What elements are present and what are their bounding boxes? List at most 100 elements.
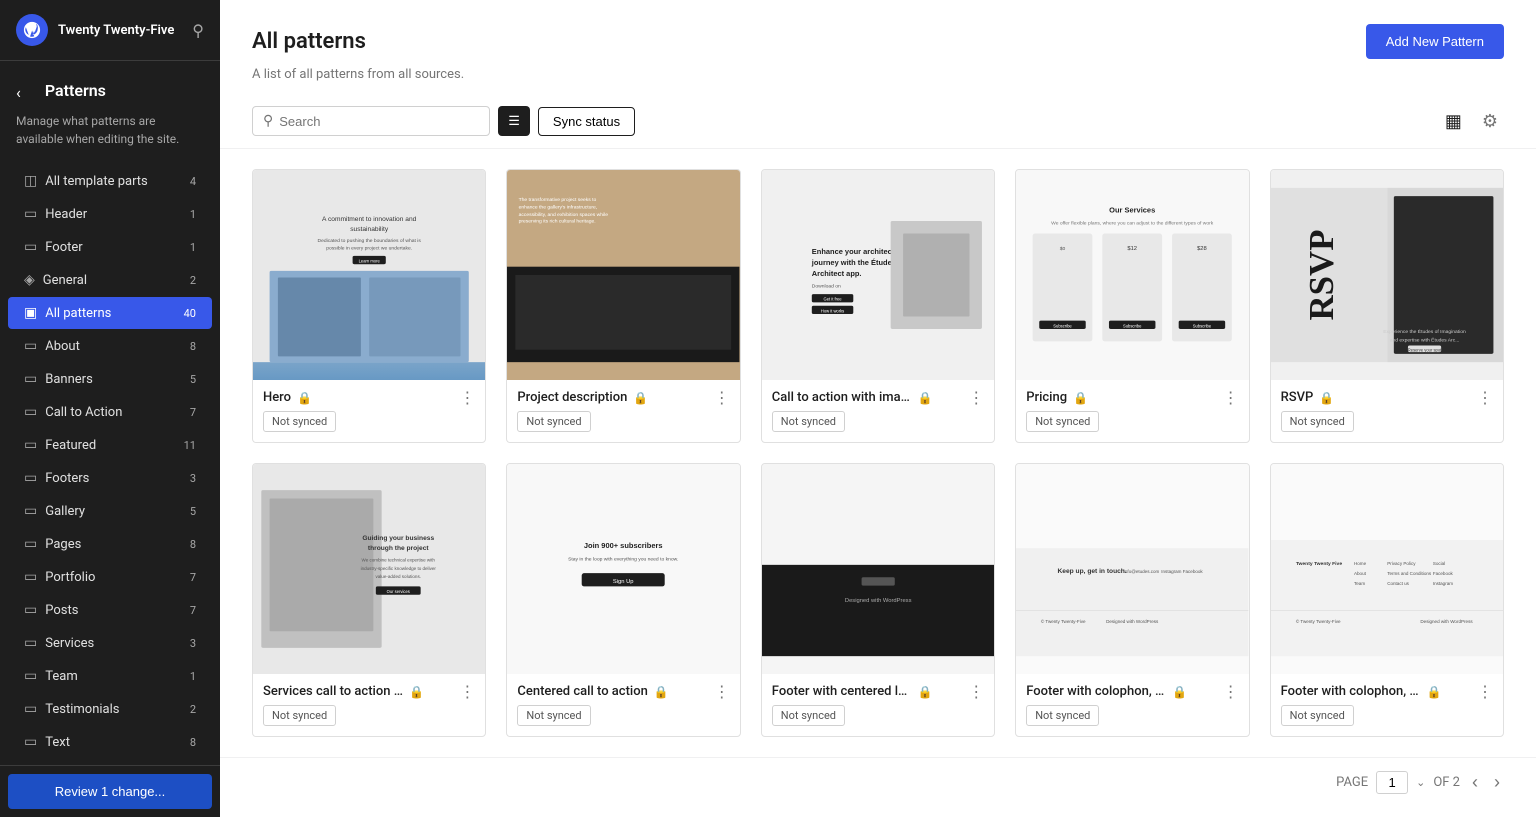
pattern-card-services-cta: Guiding your business through the projec… — [252, 463, 486, 737]
sidebar-item-header[interactable]: ▭ Header 1 — [8, 198, 212, 230]
pattern-name: Centered call to action — [517, 684, 647, 699]
sidebar-item-count: 3 — [190, 637, 196, 650]
filter-button[interactable]: ☰ — [498, 106, 530, 136]
more-options-icon[interactable]: ⋮ — [1223, 388, 1239, 407]
more-options-icon[interactable]: ⋮ — [1477, 388, 1493, 407]
svg-text:industry-specific knowledge to: industry-specific knowledge to deliver — [361, 566, 437, 571]
sidebar-item-call-to-action[interactable]: ▭ Call to Action 7 — [8, 396, 212, 428]
grid-view-button[interactable]: ▦ — [1439, 107, 1468, 136]
svg-text:Designed with WordPress: Designed with WordPress — [845, 598, 912, 604]
settings-button[interactable]: ⚙ — [1476, 107, 1504, 136]
sidebar-back-button[interactable]: ‹ Patterns — [0, 61, 220, 112]
sidebar-item-all-template-parts[interactable]: ◫ All template parts 4 — [8, 165, 212, 197]
next-page-button[interactable]: › — [1490, 770, 1504, 795]
svg-text:How it works: How it works — [821, 308, 844, 313]
sidebar-item-banners[interactable]: ▭ Banners 5 — [8, 363, 212, 395]
sidebar-item-team[interactable]: ▭ Team 1 — [8, 660, 212, 692]
svg-text:Contact us: Contact us — [1387, 581, 1409, 586]
centered-cta-thumbnail-svg: Join 900+ subscribers Stay in the loop w… — [507, 464, 739, 674]
more-options-icon[interactable]: ⋮ — [714, 682, 730, 701]
svg-text:Designed with WordPress: Designed with WordPress — [1106, 619, 1159, 624]
svg-text:© Twenty Twenty-Five: © Twenty Twenty-Five — [1295, 618, 1340, 624]
hero-thumbnail-svg: A commitment to innovation and sustainab… — [253, 170, 485, 380]
sync-status-button[interactable]: Sync status — [538, 107, 635, 136]
general-icon: ◈ — [24, 272, 35, 288]
pattern-thumbnail-footer-colophon3[interactable]: Keep up, get in touch. info@etudes.com I… — [1016, 464, 1248, 674]
search-input[interactable] — [279, 114, 479, 129]
wp-logo-icon — [23, 21, 41, 39]
sidebar-item-all-patterns[interactable]: ▣ All patterns 40 — [8, 297, 212, 329]
review-changes-button[interactable]: Review 1 change... — [8, 774, 212, 809]
pattern-card-footer-centered: Designed with WordPress Footer with cent… — [761, 463, 995, 737]
project-thumbnail-svg: The transformative project seeks to enha… — [507, 170, 739, 380]
sidebar-item-count: 4 — [190, 175, 196, 188]
search-box[interactable]: ⚲ — [252, 106, 490, 136]
svg-text:Twenty Twenty Five: Twenty Twenty Five — [1295, 561, 1341, 567]
pattern-info-footer-centered: Footer with centered logo and navig 🔒 ⋮ — [762, 674, 994, 705]
pattern-thumbnail-pricing[interactable]: Our Services We offer flexible plans, wh… — [1016, 170, 1248, 380]
sidebar-item-footers[interactable]: ▭ Footers 3 — [8, 462, 212, 494]
pattern-thumbnail-project[interactable]: The transformative project seeks to enha… — [507, 170, 739, 380]
sidebar-item-label: All patterns — [45, 306, 111, 321]
prev-page-button[interactable]: ‹ — [1468, 770, 1482, 795]
pattern-info-cta: Call to action with image on right 🔒 ⋮ — [762, 380, 994, 411]
sidebar-item-posts[interactable]: ▭ Posts 7 — [8, 594, 212, 626]
more-options-icon[interactable]: ⋮ — [1223, 682, 1239, 701]
sidebar-item-pages[interactable]: ▭ Pages 8 — [8, 528, 212, 560]
sidebar-item-count: 1 — [190, 208, 196, 221]
page-number-input[interactable] — [1376, 771, 1408, 794]
sidebar-item-label: Header — [45, 207, 87, 222]
sidebar-item-about[interactable]: ▭ About 8 — [8, 330, 212, 362]
footers-icon: ▭ — [24, 470, 37, 486]
sidebar-item-label: Posts — [45, 603, 78, 618]
sidebar-item-gallery[interactable]: ▭ Gallery 5 — [8, 495, 212, 527]
sidebar-item-count: 7 — [190, 604, 196, 617]
text-icon: ▭ — [24, 734, 37, 750]
not-synced-badge: Not synced — [517, 705, 590, 726]
svg-text:enhance the gallery's infrastr: enhance the gallery's infrastructure, — [519, 205, 598, 211]
pattern-info-centered-cta: Centered call to action 🔒 ⋮ — [507, 674, 739, 705]
svg-text:Subscribe: Subscribe — [1053, 323, 1072, 328]
more-options-icon[interactable]: ⋮ — [1477, 682, 1493, 701]
pattern-name: Call to action with image on right — [772, 390, 912, 405]
sidebar-item-count: 8 — [190, 736, 196, 749]
svg-text:Terms and Conditions: Terms and Conditions — [1387, 571, 1432, 576]
pattern-name: Project description — [517, 390, 627, 405]
pattern-thumbnail-centered-cta[interactable]: Join 900+ subscribers Stay in the loop w… — [507, 464, 739, 674]
sidebar-item-testimonials[interactable]: ▭ Testimonials 2 — [8, 693, 212, 725]
wp-logo — [16, 14, 48, 46]
more-options-icon[interactable]: ⋮ — [459, 682, 475, 701]
sidebar-item-general[interactable]: ◈ General 2 — [8, 264, 212, 296]
svg-text:Get it free: Get it free — [823, 297, 842, 302]
sidebar-item-text[interactable]: ▭ Text 8 — [8, 726, 212, 758]
pattern-thumbnail-rsvp[interactable]: RSVP Experience the Études of Imaginatio… — [1271, 170, 1503, 380]
search-icon[interactable]: ⚲ — [192, 21, 204, 40]
featured-icon: ▭ — [24, 437, 37, 453]
pattern-thumbnail-services-cta[interactable]: Guiding your business through the projec… — [253, 464, 485, 674]
more-options-icon[interactable]: ⋮ — [459, 388, 475, 407]
more-options-icon[interactable]: ⋮ — [968, 388, 984, 407]
site-title: Twenty Twenty-Five — [58, 23, 174, 38]
svg-text:through the project: through the project — [368, 545, 430, 552]
sidebar-item-label: All template parts — [45, 174, 148, 189]
svg-text:preserving its rich cultural h: preserving its rich cultural heritage. — [519, 219, 596, 225]
sidebar-item-footer[interactable]: ▭ Footer 1 — [8, 231, 212, 263]
pattern-thumbnail-footer-colophon4[interactable]: Twenty Twenty Five Home Privacy Policy S… — [1271, 464, 1503, 674]
svg-text:info@etudes.com: info@etudes.com — [1124, 569, 1160, 574]
pattern-thumbnail-hero[interactable]: A commitment to innovation and sustainab… — [253, 170, 485, 380]
sidebar-item-services[interactable]: ▭ Services 3 — [8, 627, 212, 659]
lock-icon: 🔒 — [1172, 685, 1187, 699]
more-options-icon[interactable]: ⋮ — [968, 682, 984, 701]
more-options-icon[interactable]: ⋮ — [714, 388, 730, 407]
add-new-pattern-button[interactable]: Add New Pattern — [1366, 24, 1504, 59]
sidebar-item-portfolio[interactable]: ▭ Portfolio 7 — [8, 561, 212, 593]
pattern-thumbnail-cta[interactable]: Enhance your architectural journey with … — [762, 170, 994, 380]
sidebar-item-featured[interactable]: ▭ Featured 11 — [8, 429, 212, 461]
lock-icon: 🔒 — [1073, 391, 1088, 405]
svg-text:Privacy Policy: Privacy Policy — [1387, 561, 1416, 566]
sidebar-item-label: Featured — [45, 438, 96, 453]
svg-text:Learn more: Learn more — [359, 259, 381, 264]
pattern-card-rsvp: RSVP Experience the Études of Imaginatio… — [1270, 169, 1504, 443]
pattern-info-hero: Hero 🔒 ⋮ — [253, 380, 485, 411]
pattern-thumbnail-footer-centered[interactable]: Designed with WordPress — [762, 464, 994, 674]
